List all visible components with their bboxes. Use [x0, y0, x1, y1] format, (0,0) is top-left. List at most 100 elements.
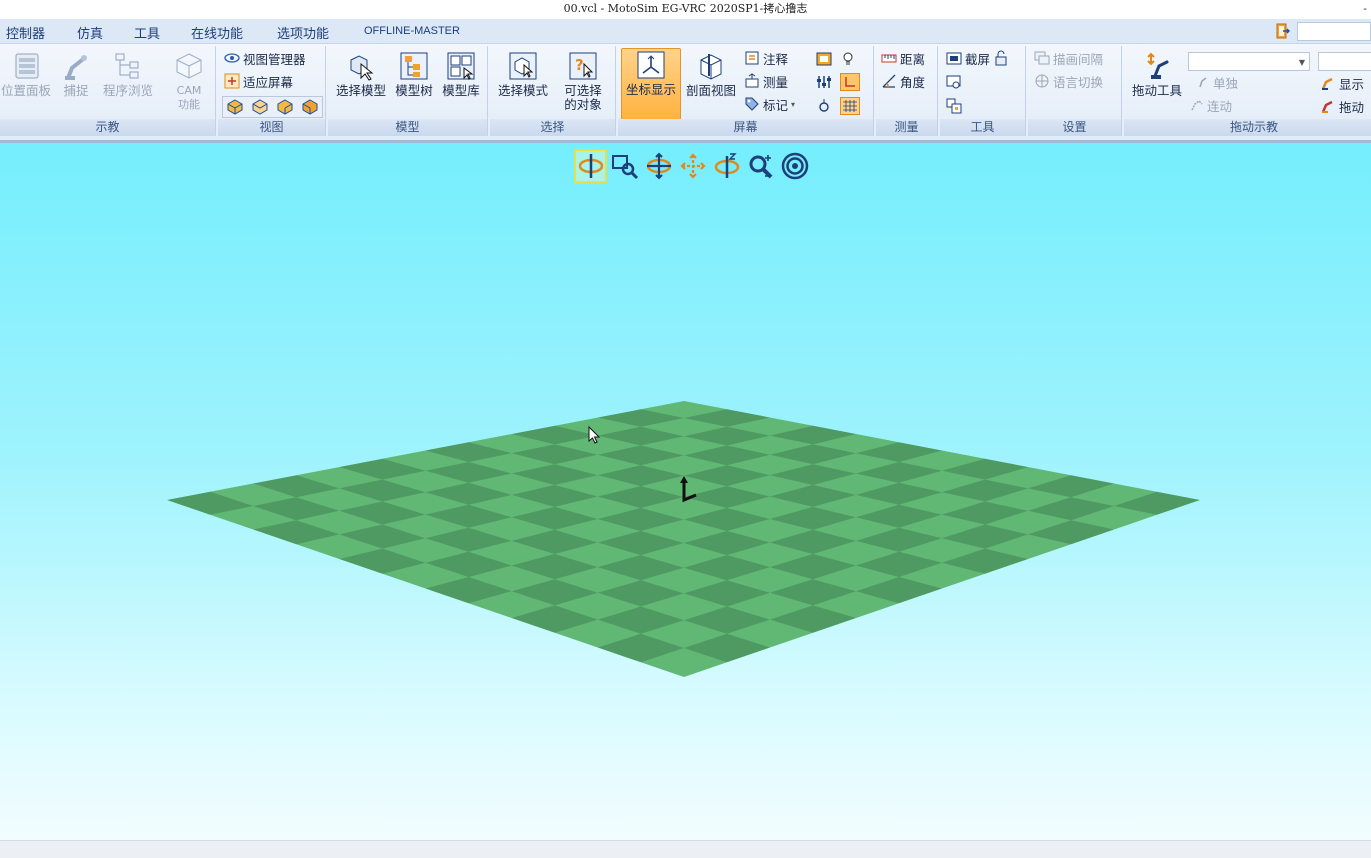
screenshot-button[interactable]: 截屏	[946, 48, 1009, 68]
group-label-tools: 工具	[940, 119, 1025, 136]
section-view-icon	[700, 54, 722, 80]
group-label-model: 模型	[328, 119, 487, 136]
linked-axis-icon	[1191, 100, 1203, 111]
group-view: 视图管理器 适应屏幕 视图	[218, 46, 326, 136]
display-mode-icon[interactable]	[816, 51, 832, 67]
eye-icon	[224, 53, 240, 63]
capture-button[interactable]: 捕捉	[58, 50, 94, 98]
marker-button[interactable]: 标记 ▾	[744, 94, 795, 114]
selectable-objects-button[interactable]: ? 可选择 的对象	[554, 50, 612, 112]
angle-button[interactable]: 角度	[881, 71, 925, 91]
view-preset-strip	[222, 96, 323, 118]
ring-icon[interactable]	[816, 98, 832, 114]
draw-interval-button[interactable]: 描画间隔	[1034, 48, 1103, 68]
lock-icon[interactable]	[993, 50, 1009, 66]
group-label-teach: 示教	[0, 119, 215, 136]
position-panel-button[interactable]: 位置面板	[0, 50, 52, 98]
menu-options[interactable]: 选项功能	[277, 23, 329, 42]
select-mode-button[interactable]: 选择模式	[494, 50, 552, 98]
drag-target-select[interactable]: ▼	[1188, 52, 1310, 71]
program-browse-button[interactable]: 程序浏览	[98, 50, 158, 98]
distance-button[interactable]: 距离	[881, 48, 925, 68]
svg-text:?: ?	[575, 56, 584, 74]
robot-arm-icon	[65, 55, 87, 80]
axis-highlight-icon[interactable]	[840, 73, 860, 91]
view-iso-icon[interactable]	[301, 98, 319, 116]
menu-tools[interactable]: 工具	[134, 23, 160, 42]
screen-small-tools-row3	[816, 96, 860, 116]
tree-icon	[115, 53, 139, 79]
view-side-icon[interactable]	[276, 98, 294, 116]
screen-small-tools-row1	[816, 49, 856, 69]
light-icon[interactable]	[840, 51, 856, 67]
menu-controller[interactable]: 控制器	[6, 23, 45, 42]
screen-small-tools-row2	[816, 72, 860, 92]
exit-icon[interactable]	[1276, 23, 1290, 39]
display-robot-icon	[1321, 77, 1333, 90]
group-label-view: 视图	[218, 119, 325, 136]
panel-icon	[15, 53, 39, 79]
scene-canvas	[167, 401, 1200, 677]
group-label-screen: 屏幕	[618, 119, 873, 136]
grid-icon[interactable]	[840, 97, 860, 115]
sliders-icon[interactable]	[816, 74, 832, 90]
group-model: 选择模型 模型树 模型库 模型	[328, 46, 488, 136]
layout-tool-icon	[946, 98, 962, 114]
select-mode-icon	[509, 52, 537, 80]
fit-screen-button[interactable]: 适应屏幕	[224, 71, 293, 91]
chevron-down-icon: ▼	[1298, 58, 1305, 67]
cam-function-button[interactable]: CAM 功能	[168, 50, 210, 112]
question-cursor-icon: ?	[569, 52, 597, 80]
view-top-icon[interactable]	[251, 98, 269, 116]
3d-viewport[interactable]	[0, 143, 1371, 840]
model-tree-icon	[400, 52, 428, 80]
single-button[interactable]: 单独	[1196, 72, 1238, 92]
drag-robot-icon	[1147, 52, 1169, 79]
continuous-button[interactable]: 连动	[1190, 95, 1232, 115]
menu-online[interactable]: 在线功能	[191, 23, 243, 42]
angle-icon	[882, 74, 896, 88]
title-bar: 00.vcl - MotoSim EG-VRC 2020SP1-拷心撸志 -	[0, 0, 1371, 19]
group-measure: 距离 角度 测量	[876, 46, 938, 136]
tag-icon	[745, 97, 759, 111]
group-label-drag-teach: 拖动示教	[1124, 119, 1371, 136]
view-front-icon[interactable]	[226, 98, 244, 116]
view-manager-button[interactable]: 视图管理器	[224, 48, 306, 68]
display-button[interactable]: 显示	[1320, 73, 1364, 93]
single-axis-icon	[1199, 77, 1207, 88]
model-library-icon	[447, 52, 475, 80]
menu-simulation[interactable]: 仿真	[77, 23, 103, 42]
cube-icon	[176, 53, 202, 79]
group-label-measure: 测量	[876, 119, 937, 136]
drag-button[interactable]: 拖动	[1320, 96, 1364, 116]
menu-offline-master[interactable]: OFFLINE-MASTER	[364, 25, 460, 37]
coordinate-icon	[637, 51, 665, 79]
model-library-button[interactable]: 模型库	[438, 50, 484, 98]
coord-display-button[interactable]: 坐标显示	[621, 48, 681, 120]
minimize-button[interactable]: -	[1363, 0, 1367, 17]
menu-bar: 控制器 仿真 工具 在线功能 选项功能 OFFLINE-MASTER	[0, 19, 1371, 44]
select-model-icon	[350, 55, 374, 81]
group-teach: 位置面板 捕捉 程序浏览 CAM 功能 示教	[0, 46, 216, 136]
measure-screen-button[interactable]: 测量	[744, 71, 788, 91]
annotation-button[interactable]: 注释	[744, 48, 788, 68]
model-tree-button[interactable]: 模型树	[392, 50, 436, 98]
language-switch-button[interactable]: 语言切换	[1034, 71, 1103, 91]
select-model-button[interactable]: 选择模型	[332, 50, 390, 98]
group-drag-teach: 拖动工具 ▼ 单独 连动 显示 拖动 拖动示教	[1124, 46, 1371, 136]
annotation-icon	[745, 51, 759, 65]
section-view-button[interactable]: 剖面视图	[682, 50, 740, 98]
drag-tool-button[interactable]: 拖动工具	[1126, 50, 1188, 98]
group-select: 选择模式 ? 可选择 的对象 选择	[490, 46, 616, 136]
tool-extra-1[interactable]	[946, 72, 962, 92]
search-input[interactable]	[1297, 22, 1371, 41]
group-label-select: 选择	[490, 119, 615, 136]
camera-icon	[946, 52, 962, 65]
floor-plane	[167, 401, 1200, 677]
window-title: 00.vcl - MotoSim EG-VRC 2020SP1-拷心撸志	[563, 2, 808, 15]
status-bar	[0, 840, 1371, 858]
group-screen: 坐标显示 剖面视图 注释 测量 标记 ▾ 屏幕	[618, 46, 874, 136]
tool-extra-2[interactable]	[946, 96, 962, 116]
drag-coord-select[interactable]	[1318, 52, 1371, 71]
marker-dropdown-icon[interactable]: ▾	[791, 100, 795, 109]
